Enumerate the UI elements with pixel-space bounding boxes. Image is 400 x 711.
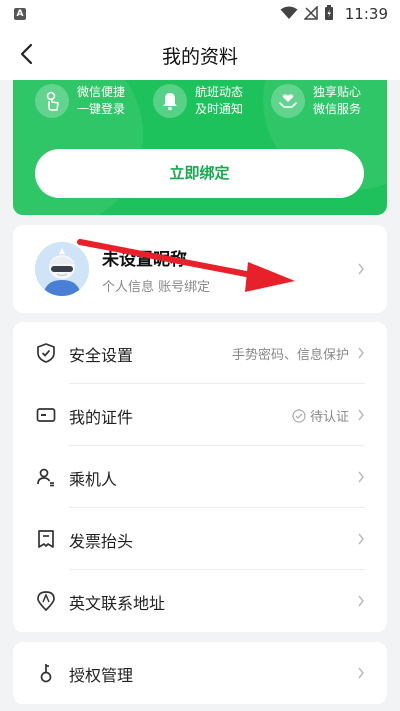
chevron-right-icon bbox=[358, 263, 364, 275]
shield-icon bbox=[37, 343, 55, 363]
perk-line-1: 独享贴心 bbox=[313, 85, 362, 99]
nickname: 未设置昵称 bbox=[102, 250, 187, 270]
heart-hand-icon bbox=[271, 84, 305, 118]
passenger-icon bbox=[37, 468, 54, 487]
menu-item-label: 乘机人 bbox=[69, 470, 118, 489]
chevron-right-icon bbox=[358, 595, 364, 607]
perk-line-2: 及时通知 bbox=[195, 102, 244, 116]
nav-bar: 我的资料 bbox=[0, 28, 400, 80]
key-icon bbox=[40, 664, 52, 683]
chevron-right-icon bbox=[358, 409, 364, 421]
wifi-icon bbox=[280, 6, 298, 19]
menu-item-authorization[interactable]: 授权管理 bbox=[13, 642, 387, 704]
menu-item-label: 授权管理 bbox=[69, 666, 134, 685]
menu-item-invoice[interactable]: 发票抬头 bbox=[13, 508, 387, 570]
chevron-right-icon bbox=[358, 533, 364, 545]
profile-subtitle: 个人信息 账号绑定 bbox=[102, 280, 211, 295]
chevron-right-icon bbox=[358, 347, 364, 359]
wechat-bind-banner: 微信便捷 一键登录 航班动态 及时通知 独享贴心 微信服务 立即绑定 bbox=[13, 80, 387, 215]
menu-item-label: 我的证件 bbox=[69, 408, 134, 427]
status-time: 11:39 bbox=[344, 5, 388, 23]
invoice-icon bbox=[38, 530, 54, 548]
status-bar: A 11:39 bbox=[0, 0, 400, 28]
profile-card[interactable]: 未设置昵称 个人信息 账号绑定 bbox=[13, 225, 387, 313]
security-summary: 手势密码、信息保护 bbox=[231, 348, 349, 363]
hand-tap-icon bbox=[35, 84, 69, 118]
perk-flight-notify: 航班动态 及时通知 bbox=[153, 84, 243, 118]
perk-line-1: 微信便捷 bbox=[77, 85, 126, 99]
menu-item-value: 待认证 bbox=[292, 406, 349, 425]
menu-item-label: 安全设置 bbox=[69, 346, 134, 365]
no-signal-icon bbox=[304, 6, 318, 20]
perk-line-2: 微信服务 bbox=[313, 102, 362, 116]
chevron-right-icon bbox=[358, 471, 364, 483]
menu-item-label: 发票抬头 bbox=[69, 532, 134, 551]
bell-icon bbox=[153, 84, 187, 118]
perk-line-1: 航班动态 bbox=[195, 85, 244, 99]
authorization-row[interactable]: 授权管理 bbox=[13, 642, 387, 704]
perk-wechat-login: 微信便捷 一键登录 bbox=[35, 84, 125, 118]
menu-item-english-address[interactable]: 英文联系地址 bbox=[13, 570, 387, 632]
status-icons bbox=[280, 5, 334, 21]
page-title: 我的资料 bbox=[161, 46, 238, 68]
settings-menu: 安全设置 手势密码、信息保护 我的证件 待认证 乘机人 发票抬头 英文联系地址 bbox=[13, 322, 387, 632]
location-icon bbox=[37, 591, 55, 612]
menu-item-security[interactable]: 安全设置 手势密码、信息保护 bbox=[13, 322, 387, 384]
chevron-right-icon bbox=[358, 667, 364, 679]
check-circle-icon bbox=[292, 408, 306, 423]
menu-item-passengers[interactable]: 乘机人 bbox=[13, 446, 387, 508]
id-card-icon bbox=[36, 408, 56, 422]
menu-item-documents[interactable]: 我的证件 待认证 bbox=[13, 384, 387, 446]
menu-item-label: 英文联系地址 bbox=[69, 594, 166, 613]
app-notification-icon: A bbox=[14, 8, 26, 20]
bind-now-button[interactable]: 立即绑定 bbox=[35, 149, 364, 198]
perk-line-2: 一键登录 bbox=[77, 102, 126, 116]
battery-icon bbox=[325, 5, 333, 20]
avatar[interactable] bbox=[35, 242, 89, 296]
menu-item-value: 手势密码、信息保护 bbox=[232, 344, 349, 363]
perk-wechat-service: 独享贴心 微信服务 bbox=[271, 84, 361, 118]
verification-status: 待认证 bbox=[309, 410, 349, 425]
